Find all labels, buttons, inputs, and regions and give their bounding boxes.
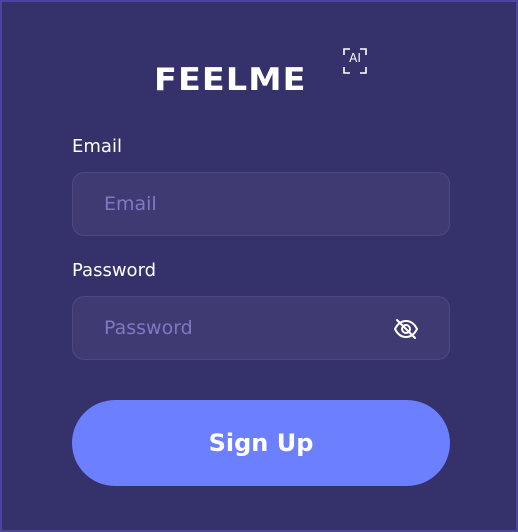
ai-badge: AI (343, 48, 367, 74)
brand-wordmark: FEELME (154, 62, 307, 98)
sign-up-button[interactable]: Sign Up (72, 400, 450, 486)
email-input[interactable] (73, 173, 449, 235)
signup-panel: FEELME AI Email Password Sign Up (0, 0, 518, 532)
password-label: Password (72, 260, 157, 281)
brand-logo: FEELME AI (154, 48, 367, 96)
ai-badge-label: AI (349, 51, 361, 65)
email-label: Email (72, 136, 122, 157)
email-field-box (72, 172, 450, 236)
eye-off-icon[interactable] (393, 317, 419, 341)
password-field-box (72, 296, 450, 360)
